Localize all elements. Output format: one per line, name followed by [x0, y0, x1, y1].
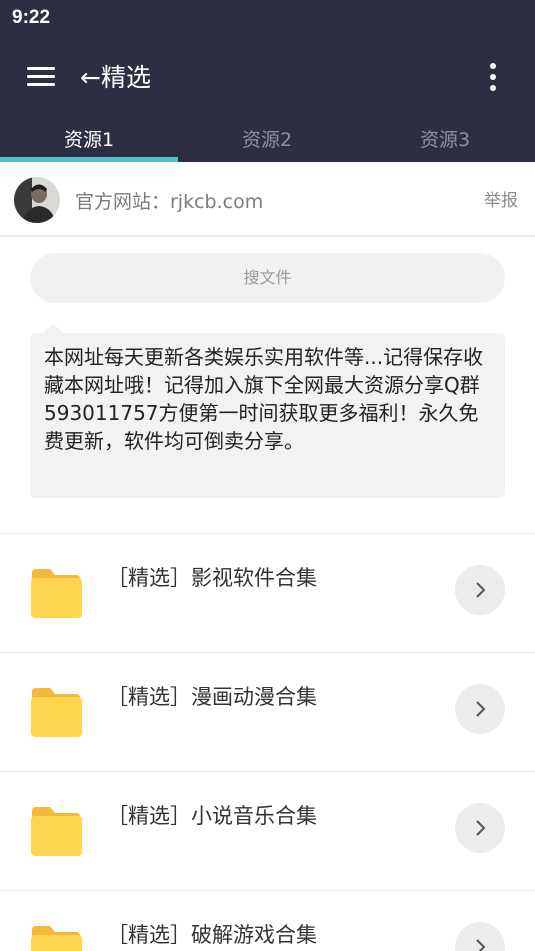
folder-icon — [30, 805, 82, 857]
app-header: 9:22 ←精选 资源1 资源2 资源3 — [0, 0, 535, 162]
site-row: 官方网站：rjkcb.com 举报 — [0, 162, 535, 237]
list-item[interactable]: ［精选］小说音乐合集 — [0, 772, 535, 890]
notice-message: 本网址每天更新各类娱乐实用软件等...记得保存收藏本网址哦！记得加入旗下全网最大… — [30, 333, 505, 498]
search-input[interactable]: 搜文件 — [30, 253, 505, 303]
folder-icon — [30, 924, 82, 951]
folder-icon — [30, 567, 82, 619]
chevron-right-icon[interactable] — [455, 684, 505, 734]
page-title[interactable]: ←精选 — [80, 58, 151, 94]
hamburger-menu-icon[interactable] — [27, 67, 55, 87]
folder-icon — [30, 686, 82, 738]
status-time: 9:22 — [12, 7, 51, 28]
tab-bar: 资源1 资源2 资源3 — [0, 118, 535, 162]
list-item[interactable]: ［精选］破解游戏合集 — [0, 891, 535, 951]
tab-resource-3[interactable]: 资源3 — [356, 118, 534, 162]
list-item-label: ［精选］小说音乐合集 — [107, 804, 317, 828]
list-item[interactable]: ［精选］影视软件合集 — [0, 534, 535, 652]
tab-resource-2[interactable]: 资源2 — [178, 118, 356, 162]
list-item-label: ［精选］影视软件合集 — [107, 566, 317, 590]
list-item-label: ［精选］漫画动漫合集 — [107, 685, 317, 709]
chevron-right-icon[interactable] — [455, 803, 505, 853]
site-url-label: 官方网站：rjkcb.com — [75, 191, 264, 213]
report-link[interactable]: 举报 — [484, 186, 518, 211]
chevron-right-icon[interactable] — [455, 922, 505, 951]
more-vertical-icon[interactable] — [486, 63, 500, 91]
avatar[interactable] — [14, 177, 60, 223]
status-bar: 9:22 — [0, 0, 535, 38]
chevron-right-icon[interactable] — [455, 565, 505, 615]
tab-resource-1[interactable]: 资源1 — [0, 118, 178, 162]
list-item-label: ［精选］破解游戏合集 — [107, 923, 317, 947]
list-item[interactable]: ［精选］漫画动漫合集 — [0, 653, 535, 771]
